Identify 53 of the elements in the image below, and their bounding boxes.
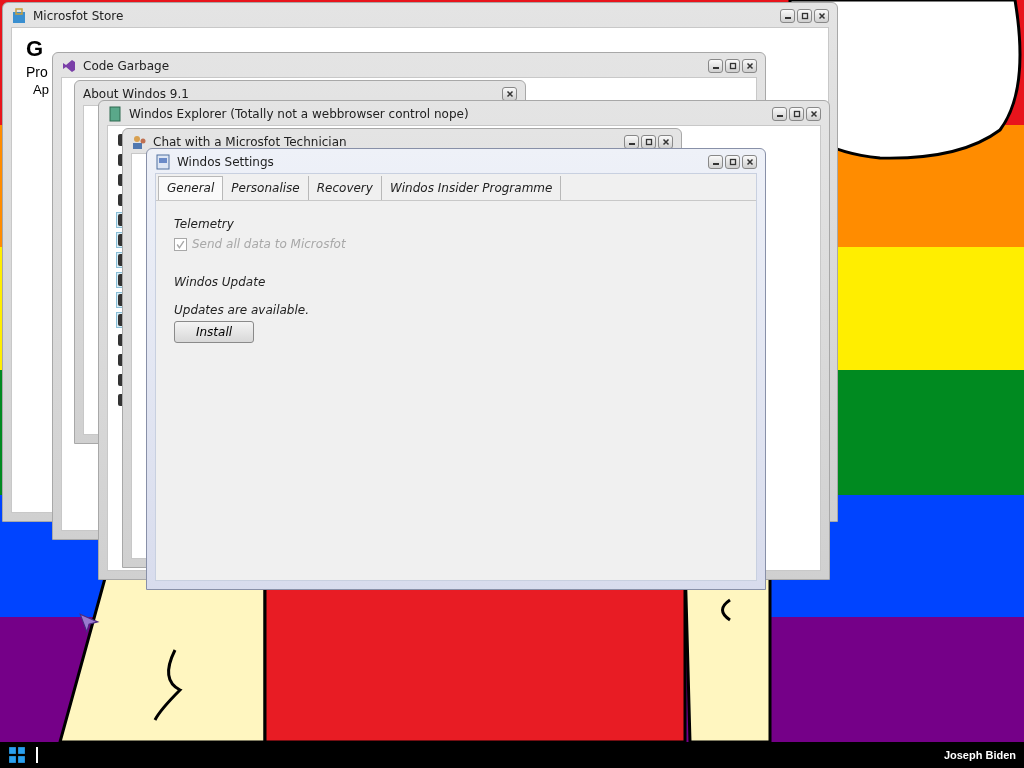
heading: G [26,36,44,62]
window-title: Code Garbage [83,59,170,73]
section-heading: Windos Update [174,275,266,289]
checkbox-label: Send all data to Microsfot [192,237,346,251]
shopping-bag-icon [11,8,27,24]
status-text: Updates are available. [174,303,309,317]
close-icon [744,157,755,167]
maximize-button[interactable] [641,135,656,149]
minimize-button[interactable] [708,59,723,73]
minimize-button[interactable] [772,107,787,121]
user-name: Joseph Biden [943,749,1016,761]
close-icon [660,137,671,147]
section-heading: Telemetry [174,217,234,231]
window-title: Microsfot Store [33,9,124,23]
tab[interactable]: General [158,176,224,200]
maximize-button[interactable] [725,155,740,169]
maximize-button[interactable] [725,59,740,73]
close-button[interactable] [742,155,757,169]
close-button[interactable] [742,59,757,73]
book-icon [107,106,123,122]
label: Pro [26,64,48,80]
close-button[interactable] [658,135,673,149]
minimize-button[interactable] [708,155,723,169]
close-icon [816,11,827,21]
minimize-button[interactable] [624,135,639,149]
cursor-icon [78,612,100,634]
maximize-icon [799,11,810,21]
maximize-icon [727,157,738,167]
maximize-icon [643,137,654,147]
window-title: Chat with a Microsfot Technician [153,135,347,149]
tab[interactable]: Recovery [308,176,382,200]
windows-logo-icon[interactable] [8,746,26,764]
text-cursor-icon [36,747,38,763]
close-button[interactable] [814,9,829,23]
close-button[interactable] [806,107,821,121]
label: Ap [33,82,49,97]
people-icon [131,134,147,150]
close-button[interactable] [502,87,517,101]
close-icon [808,109,819,119]
window-title: Windos Explorer (Totally not a webbrowser control nope) [129,107,469,121]
window-title: About Windos 9.1 [83,87,189,101]
window-title: Windos Settings [177,155,274,169]
minimize-button[interactable] [780,9,795,23]
install-button[interactable]: Install [174,321,254,343]
close-icon [504,89,515,99]
settings-icon [155,154,171,170]
close-icon [744,61,755,71]
tab[interactable]: Personalise [223,176,309,200]
tab[interactable]: Windos Insider Programme [381,176,562,200]
maximize-button[interactable] [797,9,812,23]
maximize-icon [791,109,802,119]
maximize-button[interactable] [789,107,804,121]
maximize-icon [727,61,738,71]
